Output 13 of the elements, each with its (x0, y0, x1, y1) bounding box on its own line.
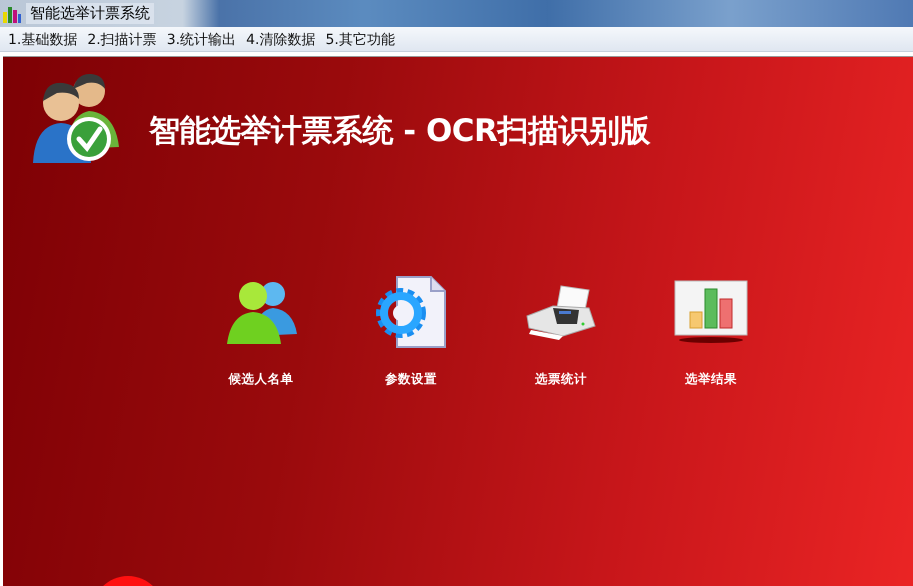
launcher-label[interactable]: 选举结果 (685, 371, 737, 388)
gear-document-icon (373, 275, 449, 349)
window-title: 智能选举计票系统 (26, 3, 154, 24)
launcher-label[interactable]: 候选人名单 (228, 371, 294, 388)
menu-item[interactable]: 2.扫描计票 (83, 29, 163, 49)
menu-item[interactable]: 4.清除数据 (242, 29, 322, 49)
menu-item[interactable]: 1.基础数据 (4, 29, 84, 49)
launcher-label[interactable]: 选票统计 (535, 371, 587, 388)
menu-item[interactable]: 5.其它功能 (321, 29, 401, 49)
bar-chart-icon (674, 280, 748, 344)
launcher-label[interactable]: 参数设置 (385, 371, 437, 388)
app-title: 智能选举计票系统 - OCR扫描识别版 (149, 112, 650, 151)
menu-item[interactable]: 3.统计输出 (162, 29, 242, 49)
